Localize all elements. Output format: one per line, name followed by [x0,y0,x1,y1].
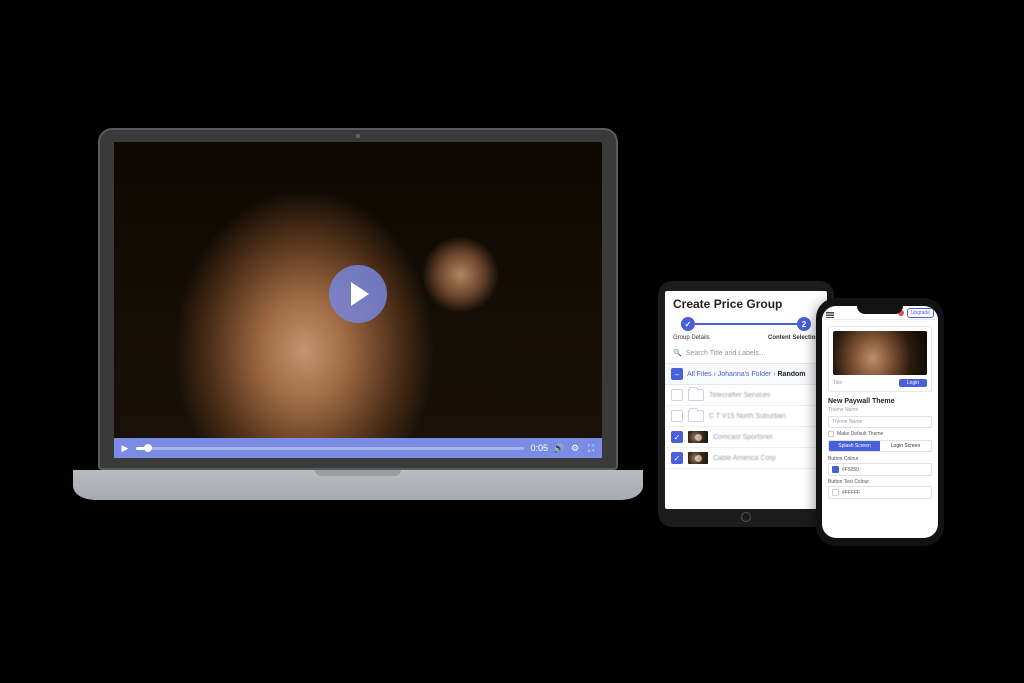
video-thumbnail [688,431,708,443]
step-connector [695,323,797,325]
colour-swatch-icon [832,466,839,473]
step-1-label: Group Details [673,335,710,341]
default-theme-label: Make Default Theme [837,431,883,437]
folder-icon [688,410,704,422]
tablet-screen: Create Price Group ✓ 2 Group Details Con… [665,291,827,509]
webcam-icon [356,134,360,138]
default-theme-checkbox[interactable] [828,431,834,437]
search-row: 🔍 Search Title and Labels… [665,347,827,363]
row-checkbox[interactable] [671,389,683,401]
play-small-icon[interactable]: ▶ [120,443,130,453]
progress-stepper: ✓ 2 [665,315,827,333]
colour-swatch-icon [832,489,839,496]
home-button[interactable] [741,512,751,522]
default-theme-row[interactable]: Make Default Theme [828,431,932,437]
login-button[interactable]: Login [899,379,927,387]
tab-login[interactable]: Login Screen [880,441,931,451]
volume-icon[interactable]: 🔊 [554,443,564,453]
list-item[interactable]: C T V15 North Suburban [665,406,827,427]
laptop-mockup: ▶ 0:05 🔊 ⚙ ⛶ [73,128,643,518]
video-controls: ▶ 0:05 🔊 ⚙ ⛶ [114,438,602,458]
list-item[interactable]: ✓ Cable America Corp [665,448,827,469]
time-label: 0:05 [530,443,548,453]
row-label: Comcast Sportsnet [713,434,773,441]
row-label: Telecrafter Services [709,392,770,399]
paywall-form: New Paywall Theme Theme Name Theme Name … [822,394,938,502]
search-icon[interactable]: 🔍 [673,349,682,357]
step-2-label: Content Selection [768,335,819,341]
row-checkbox[interactable]: ✓ [671,431,683,443]
theme-name-input[interactable]: Theme Name [828,416,932,428]
phone-notch [857,304,903,314]
laptop-base [73,470,643,500]
preview-title: Title [833,380,842,386]
screen-segmented-control[interactable]: Splash Screen Login Screen [828,440,932,452]
button-text-colour-field[interactable]: #FFFFF [828,486,932,499]
laptop-bezel: ▶ 0:05 🔊 ⚙ ⛶ [98,128,618,470]
breadcrumb-row: – All Files › Johanna's Folder › Random [665,363,827,385]
button-colour-value: #F5250 [842,467,859,473]
breadcrumb[interactable]: All Files › Johanna's Folder › Random [687,371,806,378]
list-item[interactable]: ✓ Comcast Sportsnet [665,427,827,448]
folder-icon [688,389,704,401]
play-icon [351,282,369,306]
preview-video [833,331,927,375]
button-text-colour-label: Button Text Colour [828,479,932,485]
form-heading: New Paywall Theme [828,398,932,405]
row-checkbox[interactable] [671,410,683,422]
paywall-preview: Title Login [828,326,932,392]
step-1-dot[interactable]: ✓ [681,317,695,331]
select-all-checkbox[interactable]: – [671,368,683,380]
button-colour-label: Button Colour [828,456,932,462]
play-button[interactable] [329,265,387,323]
row-checkbox[interactable]: ✓ [671,452,683,464]
video-thumbnail [688,452,708,464]
menu-icon[interactable] [826,312,834,318]
search-input[interactable]: Search Title and Labels… [686,350,766,357]
list-item[interactable]: Telecrafter Services [665,385,827,406]
progress-bar[interactable] [136,447,524,450]
phone-screen: Upgrade Title Login New Paywall Theme Th… [822,306,938,538]
row-label: C T V15 North Suburban [709,413,786,420]
fullscreen-icon[interactable]: ⛶ [586,443,596,453]
step-labels: Group Details Content Selection [665,333,827,347]
row-label: Cable America Corp [713,455,776,462]
settings-icon[interactable]: ⚙ [570,443,580,453]
step-2-dot[interactable]: 2 [797,317,811,331]
theme-name-label: Theme Name [828,407,932,413]
button-text-colour-value: #FFFFF [842,490,860,496]
button-colour-field[interactable]: #F5250 [828,463,932,476]
upgrade-button[interactable]: Upgrade [907,308,934,318]
tab-splash[interactable]: Splash Screen [829,441,880,451]
page-title: Create Price Group [665,291,827,315]
progress-handle[interactable] [144,444,152,452]
tablet-mockup: Create Price Group ✓ 2 Group Details Con… [658,281,834,527]
phone-mockup: Upgrade Title Login New Paywall Theme Th… [816,298,944,546]
video-player[interactable]: ▶ 0:05 🔊 ⚙ ⛶ [114,142,602,458]
